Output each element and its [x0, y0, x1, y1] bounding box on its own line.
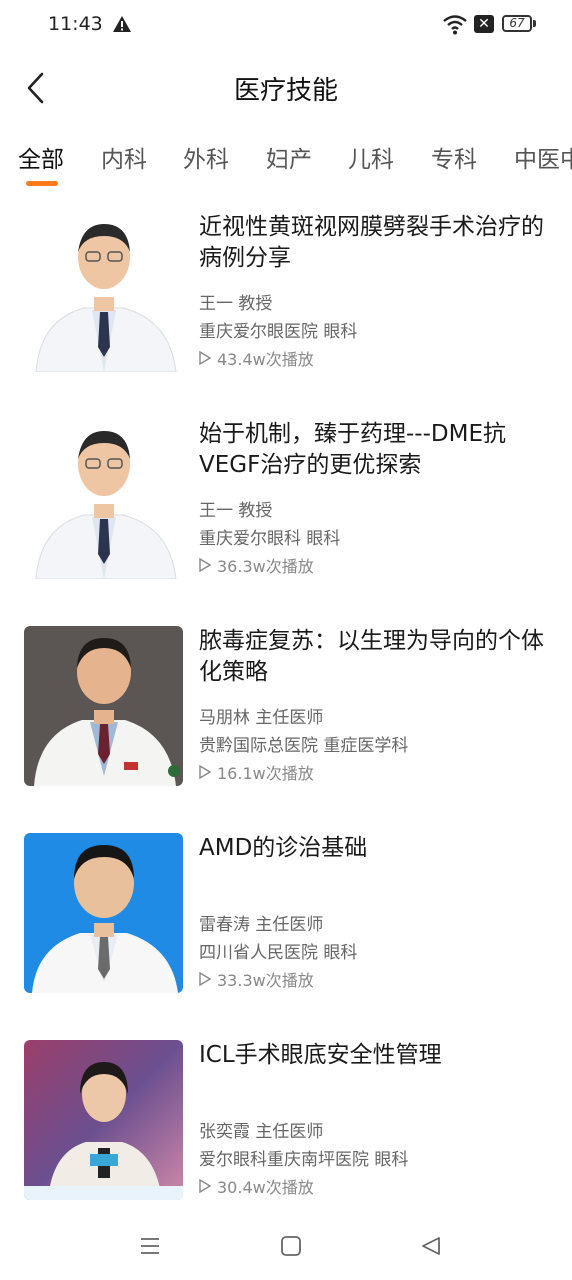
doctor-photo	[24, 212, 183, 372]
play-count-text: 36.3w次播放	[217, 557, 314, 576]
hospital-name: 重庆爱尔眼科 眼科	[199, 529, 341, 549]
tab-pediatrics[interactable]: 儿科	[348, 140, 394, 174]
hospital-name: 爱尔眼科重庆南坪医院 眼科	[199, 1150, 409, 1170]
list-item[interactable]: 始于机制，臻于药理---DME抗VEGF治疗的更优探索 王一 教授 重庆爱尔眼科…	[0, 407, 572, 579]
warning-icon	[113, 16, 131, 32]
tab-obstetrics[interactable]: 妇产	[266, 140, 312, 174]
play-count: 16.1w次播放	[199, 760, 314, 784]
doctor-photo	[24, 833, 183, 993]
list-item[interactable]: AMD的诊治基础 雷春涛 主任医师 四川省人民医院 眼科 33.3w次播放	[0, 821, 572, 993]
list-item[interactable]: ICL手术眼底安全性管理 张奕霞 主任医师 爱尔眼科重庆南坪医院 眼科 30.4…	[0, 1028, 572, 1200]
doctor-name: 张奕霞 主任医师	[199, 1122, 324, 1142]
video-title: AMD的诊治基础	[199, 835, 368, 861]
menu-icon	[141, 1238, 159, 1254]
tab-all[interactable]: 全部	[18, 140, 64, 174]
tab-tcm[interactable]: 中医中	[514, 140, 572, 174]
doctor-name: 雷春涛 主任医师	[199, 915, 324, 935]
play-icon	[199, 1179, 211, 1193]
wifi-icon	[443, 15, 467, 35]
play-count-text: 16.1w次播放	[217, 764, 314, 783]
status-bar: 11:43 ✕ 67	[0, 0, 572, 52]
active-tab-indicator	[26, 181, 58, 186]
hospital-name: 贵黔国际总医院 重症医学科	[199, 736, 409, 756]
doctor-photo	[24, 626, 183, 786]
doctor-name: 王一 教授	[199, 294, 273, 314]
page-title: 医疗技能	[233, 76, 338, 106]
hospital-name: 四川省人民医院 眼科	[199, 943, 358, 963]
play-count-text: 43.4w次播放	[217, 350, 314, 369]
status-time: 11:43	[48, 13, 103, 35]
home-square-icon	[281, 1236, 301, 1256]
play-count: 36.3w次播放	[199, 553, 314, 577]
doctor-name: 王一 教授	[199, 501, 273, 521]
tab-internal-medicine[interactable]: 内科	[101, 140, 147, 174]
video-title: ICL手术眼底安全性管理	[199, 1042, 442, 1068]
list-item[interactable]: 近视性黄斑视网膜劈裂手术治疗的病例分享 王一 教授 重庆爱尔眼医院 眼科 43.…	[0, 200, 572, 372]
doctor-photo	[24, 1040, 183, 1200]
header: 医疗技能	[0, 52, 572, 122]
play-count: 33.3w次播放	[199, 967, 314, 991]
play-count: 43.4w次播放	[199, 346, 314, 370]
system-nav-bar	[0, 1212, 572, 1280]
doctor-photo	[24, 419, 183, 579]
doctor-name: 马朋林 主任医师	[199, 708, 324, 728]
tab-surgery[interactable]: 外科	[183, 140, 229, 174]
home-button[interactable]	[275, 1230, 307, 1262]
triangle-back-icon	[422, 1237, 440, 1255]
play-count: 30.4w次播放	[199, 1174, 314, 1198]
tab-specialty[interactable]: 专科	[431, 140, 477, 174]
sim-off-icon: ✕	[474, 15, 494, 33]
list-item[interactable]: 脓毒症复苏：以生理为导向的个体化策略 马朋林 主任医师 贵黔国际总医院 重症医学…	[0, 614, 572, 786]
video-title: 始于机制，臻于药理---DME抗VEGF治疗的更优探索	[199, 421, 506, 478]
video-title: 脓毒症复苏：以生理为导向的个体化策略	[199, 628, 544, 685]
menu-button[interactable]	[134, 1230, 166, 1262]
play-icon	[199, 972, 211, 986]
play-count-text: 33.3w次播放	[217, 971, 314, 990]
play-icon	[199, 765, 211, 779]
battery-icon: 67	[502, 15, 532, 32]
play-icon	[199, 351, 211, 365]
battery-tip	[533, 20, 536, 27]
video-title: 近视性黄斑视网膜劈裂手术治疗的病例分享	[199, 214, 544, 271]
hospital-name: 重庆爱尔眼医院 眼科	[199, 322, 358, 342]
back-nav-button[interactable]	[415, 1230, 447, 1262]
play-count-text: 30.4w次播放	[217, 1178, 314, 1197]
play-icon	[199, 558, 211, 572]
category-tabs: 全部 内科 外科 妇产 儿科 专科 中医中	[0, 128, 572, 192]
